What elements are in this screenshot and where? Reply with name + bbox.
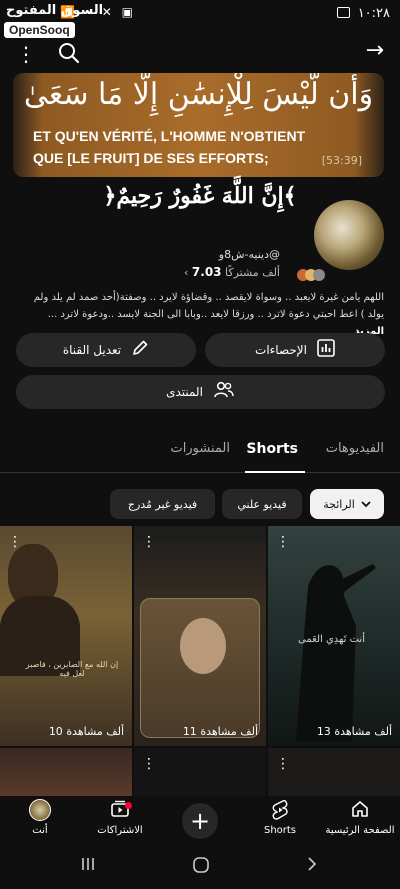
channel-banner: وَأَن لَّيْسَ لِلْإِنسَٰنِ إِلَّا مَا سَ… [13,73,384,177]
nav-shorts-label: Shorts [263,825,297,836]
subscriber-avatars [297,266,325,285]
forum-label: المنتدى [166,385,203,399]
chevron-down-icon [361,498,371,511]
banner-arabic-verse: وَأَن لَّيْسَ لِلْإِنسَٰنِ إِلَّا مَا سَ… [23,77,374,112]
forum-button[interactable]: المنتدى [16,375,385,409]
user-avatar [29,799,51,821]
watermark-arabic: السوق المفتوح [6,3,104,18]
short-4-more-icon[interactable]: ⋮ [276,756,290,772]
short-2-views: 11 ألف مشاهدة [182,725,258,738]
short-thumbnail-1[interactable]: أنت تَهدِي العَمى ⋮ 13 ألف مشاهدة [268,526,400,746]
short-1-caption: أنت تَهدِي العَمى [298,634,365,645]
active-tab-indicator [245,471,305,473]
watermark-logo: OpenSooq [4,22,75,38]
description-text: اللهم يامن غيرة لايعبد .. وسواة لايقصد .… [33,292,384,320]
nav-subscriptions-label: الاشتراكات [97,825,143,836]
channel-tabs: الفيديوهات Shorts المنشورات [0,431,400,473]
short-1-views: 13 ألف مشاهدة [316,725,392,738]
edit-channel-label: تعديل القناة [62,343,122,357]
nav-home[interactable]: الصفحة الرئيسية [320,799,400,836]
nav-you[interactable]: أنت [0,799,80,836]
chip-unlisted-video[interactable]: فيديو غير مُدرج [110,489,215,519]
stats-button[interactable]: الإحصاءات [205,333,385,367]
short-1-more-icon[interactable]: ⋮ [276,534,290,550]
short-5-more-icon[interactable]: ⋮ [142,756,156,772]
subscriber-number: 7.03 [191,265,222,279]
short-3-caption: إن الله مع الصابرين ، فاصبر لعل فيه [25,660,119,678]
chip-popular-label: الرائجة [323,497,355,511]
banner-reference: [53:39] [321,154,362,167]
home-icon [320,799,400,825]
bottom-navigation: الصفحة الرئيسية Shorts + الاشتراكات أنت [0,796,400,846]
channel-handle: @دينيه-ش8و [218,248,280,261]
subscriber-chevron: ‹ [184,266,189,279]
short-2-more-icon[interactable]: ⋮ [142,534,156,550]
plus-icon: + [182,803,218,839]
short-thumbnail-4[interactable]: ⋮ [268,748,400,796]
subscriber-count[interactable]: ‹ ألف مشتركًا 7.03 [184,265,280,279]
shorts-icon [240,799,320,825]
nav-create[interactable]: + [160,799,240,839]
short-thumbnail-3[interactable]: إن الله مع الصابرين ، فاصبر لعل فيه ⋮ 10… [0,526,132,746]
tab-shorts[interactable]: Shorts [246,441,298,457]
chip-popular[interactable]: الرائجة [310,489,384,519]
forward-arrow-icon[interactable]: → [366,38,384,63]
bar-chart-icon [317,339,335,361]
back-icon[interactable] [306,856,318,877]
speaker-face [180,618,226,674]
chip-public-video[interactable]: فيديو علني [222,489,302,519]
notification-dot [125,802,132,809]
nav-home-label: الصفحة الرئيسية [325,825,395,836]
short-3-more-icon[interactable]: ⋮ [8,534,22,550]
home-button-icon[interactable] [192,856,210,879]
nav-shorts[interactable]: Shorts [240,799,320,836]
gallery-icon [337,7,350,18]
more-icon[interactable]: ⋮ [16,42,36,66]
tab-posts[interactable]: المنشورات [171,441,230,456]
subscriber-label: ألف مشتركًا [225,266,280,279]
channel-avatar[interactable] [314,200,384,270]
recent-apps-icon[interactable] [80,856,96,877]
search-icon[interactable] [58,42,80,68]
nav-you-label: أنت [32,825,48,836]
system-navigation [0,846,400,889]
tab-videos[interactable]: الفيديوهات [326,441,384,456]
stats-label: الإحصاءات [255,343,307,357]
short-thumbnail-2[interactable]: ⋮ 11 ألف مشاهدة [134,526,266,746]
subscriptions-icon [80,799,160,825]
short-3-views: 10 ألف مشاهدة [48,725,124,738]
nav-subscriptions[interactable]: الاشتراكات [80,799,160,836]
banner-french-line-1: ET QU'EN VÉRITÉ, L'HOMME N'OBTIENT [33,128,306,144]
banner-french-line-2: QUE [LE FRUIT] DE SES EFFORTS; [33,150,269,166]
status-time: ١٠:٢٨ [357,6,390,21]
edit-channel-button[interactable]: تعديل القناة [16,333,196,367]
people-icon [213,381,235,403]
pencil-icon [131,339,149,361]
short-thumbnail-5[interactable]: ⋮ [134,748,266,796]
short-thumbnail-6[interactable] [0,748,132,796]
